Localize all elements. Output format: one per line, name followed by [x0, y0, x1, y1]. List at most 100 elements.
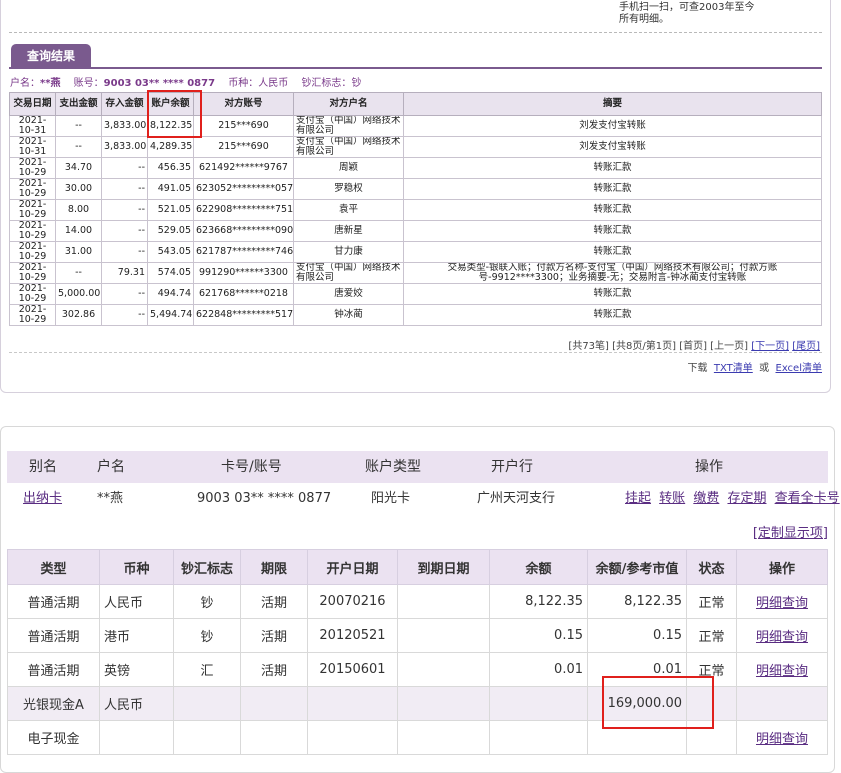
type-cell: 普通活期 [7, 584, 100, 619]
deposit-amount-cell: -- [101, 283, 148, 305]
type-cell: 普通活期 [7, 652, 100, 687]
counter-name-cell: 支付宝（中国）网络技术有限公司 [293, 115, 404, 137]
col-open-date: 开户日期 [307, 549, 398, 585]
counter-name-cell: 唐新星 [293, 220, 404, 242]
deposit-amount-cell: 3,833.00 [101, 136, 148, 158]
summary-cell: 转账汇款 [403, 157, 822, 179]
balance-cell: 0.01 [489, 652, 588, 687]
customize-display-link[interactable]: [定制显示项] [753, 522, 828, 541]
open-date-cell: 20150601 [307, 652, 398, 687]
status-cell: 正常 [686, 618, 737, 653]
operation-cell: 明细查询 [736, 584, 828, 619]
card-alias-link[interactable]: 出纳卡 [23, 491, 62, 506]
counter-account-cell: 622848*********5179 [193, 304, 294, 326]
counter-name-cell: 钟冰蔺 [293, 304, 404, 326]
maturity-date-cell [397, 720, 490, 755]
highlight-box-balance [147, 90, 202, 138]
market-value-cell: 0.15 [587, 618, 687, 653]
counter-name-cell: 支付宝（中国）网络技术有限公司 [293, 262, 404, 284]
transfer-link[interactable]: 转账 [659, 491, 685, 506]
market-value-cell: 8,122.35 [587, 584, 687, 619]
counter-name-cell: 周颖 [293, 157, 404, 179]
transaction-row: 2021-10-29 -- 79.31 574.05 991290******3300 支… [9, 262, 822, 284]
counter-account-cell: 215***690 [193, 115, 294, 137]
card-actions: 挂起 转账 缴费 存定期 查看全卡号 [625, 483, 841, 515]
balance-cell: 5,494.74 [147, 304, 194, 326]
maturity-date-cell [397, 686, 490, 721]
detail-query-link[interactable]: 明细查询 [756, 596, 808, 611]
trade-date-cell: 2021-10-29 [9, 241, 56, 263]
download-excel-link[interactable]: Excel清单 [776, 363, 823, 374]
transaction-row: 2021-10-29 8.00 -- 521.05 622908*********751… [9, 199, 822, 221]
trade-date-cell: 2021-10-29 [9, 199, 56, 221]
balance-cell [489, 720, 588, 755]
tab-query-result[interactable]: 查询结果 [11, 44, 91, 68]
counter-account-cell: 623668*********0901 [193, 220, 294, 242]
card-type: 阳光卡 [371, 491, 411, 506]
col-expense: 支出金额 [55, 92, 102, 116]
trade-date-cell: 2021-10-31 [9, 115, 56, 137]
counter-name-cell: 甘力康 [293, 241, 404, 263]
pay-bills-link[interactable]: 缴费 [693, 491, 719, 506]
maturity-date-cell [397, 618, 490, 653]
counter-account-cell: 991290******3300 [193, 262, 294, 284]
fixed-deposit-link[interactable]: 存定期 [727, 491, 766, 506]
transaction-row: 2021-10-29 14.00 -- 529.05 623668*********09… [9, 220, 822, 242]
view-full-card-number-link[interactable]: 查看全卡号 [775, 491, 840, 506]
summary-cell: 转账汇款 [403, 178, 822, 200]
expense-amount-cell: 14.00 [55, 220, 102, 242]
trade-date-cell: 2021-10-29 [9, 283, 56, 305]
card-col-number: 卡号/账号 [221, 459, 282, 475]
counter-account-cell: 622908*********7519 [193, 199, 294, 221]
currency-cell: 人民币 [99, 584, 174, 619]
next-page-link[interactable]: [下一页] [751, 341, 789, 352]
col-deposit: 存入金额 [101, 92, 148, 116]
open-date-cell: 20070216 [307, 584, 398, 619]
account-cash-flag: 钞 [351, 78, 362, 89]
counter-account-cell: 621768******0218 [193, 283, 294, 305]
card-row: 出纳卡 **燕 9003 03** **** 0877 阳光卡 广州天河支行 挂… [7, 483, 840, 515]
balance-cell: 521.05 [147, 199, 194, 221]
summary-cell: 转账汇款 [403, 241, 822, 263]
card-col-actions: 操作 [695, 459, 723, 475]
type-cell: 普通活期 [7, 618, 100, 653]
balance-cell: 8,122.35 [489, 584, 588, 619]
suspend-link[interactable]: 挂起 [625, 491, 651, 506]
detail-query-link[interactable]: 明细查询 [756, 664, 808, 679]
transaction-row: 2021-10-29 31.00 -- 543.05 621787*********74… [9, 241, 822, 263]
transaction-row: 2021-10-31 -- 3,833.00 8,122.35 215***690 支付宝… [9, 115, 822, 137]
operation-cell [736, 686, 828, 721]
term-cell: 活期 [240, 652, 308, 687]
highlight-box-cash-value [602, 676, 714, 729]
col-market-value: 余额/参考市值 [587, 549, 687, 585]
currency-cell: 英镑 [99, 652, 174, 687]
counter-account-cell: 623052*********0570 [193, 178, 294, 200]
sub-account-header: 类型 币种 钞汇标志 期限 开户日期 到期日期 余额 余额/参考市值 状态 操作 [7, 549, 828, 585]
maturity-date-cell [397, 652, 490, 687]
trade-date-cell: 2021-10-29 [9, 178, 56, 200]
account-info-line: 户名：**燕 账号：9003 03** **** 0877 币种：人民币 钞汇标… [10, 78, 362, 89]
detail-query-link[interactable]: 明细查询 [756, 732, 808, 747]
balance-cell: 456.35 [147, 157, 194, 179]
col-balance: 余额 [489, 549, 588, 585]
deposit-amount-cell: -- [101, 199, 148, 221]
open-date-cell [307, 720, 398, 755]
download-txt-link[interactable]: TXT清单 [714, 363, 753, 374]
detail-query-link[interactable]: 明细查询 [756, 630, 808, 645]
counter-name-cell: 唐爱姣 [293, 283, 404, 305]
col-term: 期限 [240, 549, 308, 585]
dashed-divider [9, 32, 822, 33]
col-cash-flag: 钞汇标志 [173, 549, 241, 585]
summary-cell: 转账汇款 [403, 304, 822, 326]
balance-cell: 491.05 [147, 178, 194, 200]
pager-info: [共73笔] [共8页/第1页] [首页] [上一页] [568, 341, 748, 352]
last-page-link[interactable]: [尾页] [792, 341, 820, 352]
balance-cell: 4,289.35 [147, 136, 194, 158]
account-name: **燕 [40, 78, 61, 89]
card-col-name: 户名 [97, 459, 125, 475]
transaction-row: 2021-10-29 30.00 -- 491.05 623052*********05… [9, 178, 822, 200]
card-table-header: 别名 户名 卡号/账号 账户类型 开户行 操作 [7, 451, 828, 483]
trade-date-cell: 2021-10-31 [9, 136, 56, 158]
balance-cell: 529.05 [147, 220, 194, 242]
trade-date-cell: 2021-10-29 [9, 304, 56, 326]
